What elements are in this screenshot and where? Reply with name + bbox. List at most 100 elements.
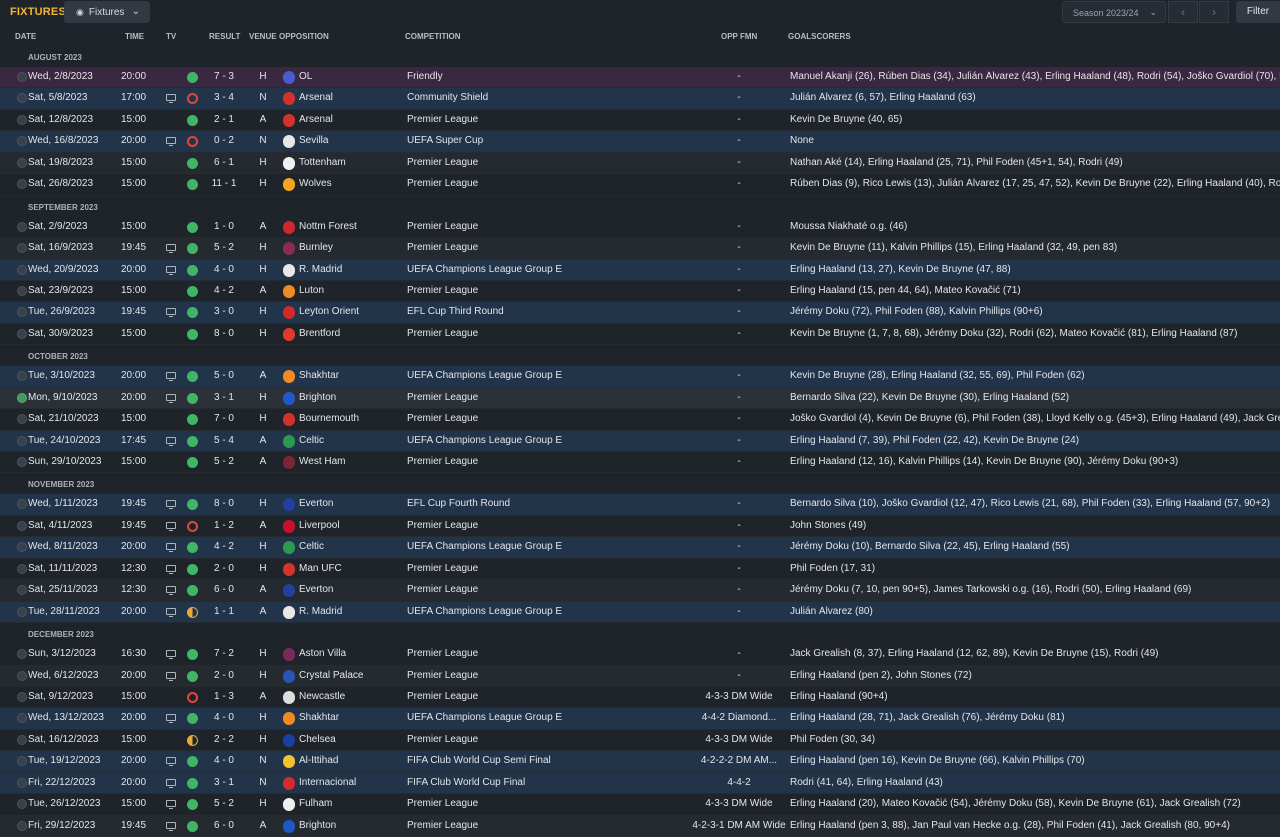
fixture-score[interactable]: 8 - 0 — [206, 328, 242, 339]
fixture-score[interactable]: 6 - 1 — [206, 157, 242, 168]
fixture-score[interactable]: 2 - 0 — [206, 563, 242, 574]
opposition-name[interactable]: Brighton — [299, 820, 336, 831]
competition-name[interactable]: FIFA Club World Cup Semi Final — [407, 755, 551, 766]
fixture-date[interactable]: Tue, 19/12/2023 — [28, 755, 100, 766]
opposition-name[interactable]: Aston Villa — [299, 648, 346, 659]
opposition-name[interactable]: Luton — [299, 285, 324, 296]
fixture-row[interactable]: Wed, 8/11/2023 20:00 4 - 2 H Celtic UEFA Cham… — [0, 537, 1280, 559]
competition-name[interactable]: UEFA Champions League Group E — [407, 606, 562, 617]
fixture-date[interactable]: Sun, 3/12/2023 — [28, 648, 96, 659]
next-season-button[interactable]: › — [1199, 1, 1229, 23]
opposition-name[interactable]: Newcastle — [299, 691, 345, 702]
fixture-score[interactable]: 5 - 2 — [206, 456, 242, 467]
competition-name[interactable]: Premier League — [407, 114, 478, 125]
check-circle-icon[interactable] — [17, 520, 27, 531]
fixture-date[interactable]: Fri, 29/12/2023 — [28, 820, 95, 831]
competition-name[interactable]: UEFA Champions League Group E — [407, 435, 562, 446]
check-circle-icon[interactable] — [17, 713, 27, 724]
fixture-row[interactable]: Sat, 16/12/2023 15:00 2 - 2 H Chelsea Premier… — [0, 730, 1280, 752]
fixture-score[interactable]: 2 - 0 — [206, 670, 242, 681]
column-header-goalscorers[interactable]: GOALSCORERS — [788, 32, 851, 41]
check-circle-icon[interactable] — [17, 328, 27, 339]
column-header-date[interactable]: DATE — [15, 32, 36, 41]
check-circle-icon[interactable] — [17, 777, 27, 788]
fixture-score[interactable]: 5 - 0 — [206, 370, 242, 381]
column-header-venue[interactable]: VENUE — [249, 32, 277, 41]
opposition-name[interactable]: Shakhtar — [299, 370, 339, 381]
competition-name[interactable]: Premier League — [407, 242, 478, 253]
fixture-score[interactable]: 5 - 2 — [206, 242, 242, 253]
competition-name[interactable]: Premier League — [407, 157, 478, 168]
fixture-row[interactable]: Wed, 16/8/2023 20:00 0 - 2 N Sevilla UEFA Sup… — [0, 131, 1280, 153]
opposition-name[interactable]: Everton — [299, 584, 333, 595]
fixture-row[interactable]: Tue, 3/10/2023 20:00 5 - 0 A Shakhtar UEFA Ch… — [0, 366, 1280, 388]
competition-name[interactable]: Premier League — [407, 584, 478, 595]
column-header-competition[interactable]: COMPETITION — [405, 32, 461, 41]
opposition-name[interactable]: Tottenham — [299, 157, 346, 168]
check-circle-icon[interactable] — [17, 499, 27, 510]
check-circle-icon[interactable] — [17, 585, 27, 596]
check-circle-icon[interactable] — [17, 649, 27, 660]
competition-name[interactable]: Premier League — [407, 670, 478, 681]
competition-name[interactable]: EFL Cup Fourth Round — [407, 498, 510, 509]
check-circle-icon[interactable] — [17, 563, 27, 574]
fixture-row[interactable]: Sat, 5/8/2023 17:00 3 - 4 N Arsenal Community… — [0, 88, 1280, 110]
opposition-name[interactable]: West Ham — [299, 456, 346, 467]
fixture-score[interactable]: 7 - 0 — [206, 413, 242, 424]
fixture-date[interactable]: Sat, 21/10/2023 — [28, 413, 99, 424]
opposition-name[interactable]: Arsenal — [299, 92, 333, 103]
opposition-name[interactable]: Crystal Palace — [299, 670, 363, 681]
check-circle-icon[interactable] — [17, 457, 27, 467]
fixture-date[interactable]: Wed, 1/11/2023 — [28, 498, 98, 509]
checked-icon[interactable] — [17, 392, 27, 403]
fixture-date[interactable]: Fri, 22/12/2023 — [28, 777, 95, 788]
check-circle-icon[interactable] — [17, 756, 27, 767]
fixture-row[interactable]: Wed, 1/11/2023 19:45 8 - 0 H Everton EFL Cup … — [0, 494, 1280, 516]
check-circle-icon[interactable] — [17, 136, 27, 147]
competition-name[interactable]: Premier League — [407, 221, 478, 232]
fixture-date[interactable]: Tue, 3/10/2023 — [28, 370, 95, 381]
check-circle-icon[interactable] — [17, 285, 27, 296]
fixture-row[interactable]: Tue, 19/12/2023 20:00 4 - 0 N Al-Ittihad FIFA… — [0, 751, 1280, 773]
competition-name[interactable]: UEFA Champions League Group E — [407, 712, 562, 723]
fixture-date[interactable]: Sat, 5/8/2023 — [28, 92, 88, 103]
fixture-score[interactable]: 4 - 2 — [206, 285, 242, 296]
fixture-score[interactable]: 4 - 0 — [206, 264, 242, 275]
fixture-row[interactable]: Tue, 26/12/2023 15:00 5 - 2 H Fulham Premier … — [0, 794, 1280, 816]
fixture-date[interactable]: Wed, 8/11/2023 — [28, 541, 98, 552]
column-header-opposition[interactable]: OPPOSITION — [279, 32, 329, 41]
check-circle-icon[interactable] — [17, 157, 27, 168]
opposition-name[interactable]: Bournemouth — [299, 413, 359, 424]
fixture-row[interactable]: Wed, 2/8/2023 20:00 7 - 3 H OL Friendly - Manue… — [0, 67, 1280, 89]
check-circle-icon[interactable] — [17, 114, 27, 125]
competition-name[interactable]: Premier League — [407, 178, 478, 189]
check-circle-icon[interactable] — [17, 93, 27, 104]
opposition-name[interactable]: Nottm Forest — [299, 221, 357, 232]
competition-name[interactable]: Premier League — [407, 413, 478, 424]
opposition-name[interactable]: Brighton — [299, 392, 336, 403]
competition-name[interactable]: Premier League — [407, 520, 478, 531]
fixture-row[interactable]: Wed, 13/12/2023 20:00 4 - 0 H Shakhtar UEFA C… — [0, 708, 1280, 730]
competition-name[interactable]: Community Shield — [407, 92, 488, 103]
fixture-score[interactable]: 5 - 4 — [206, 435, 242, 446]
opposition-name[interactable]: Everton — [299, 498, 333, 509]
fixture-score[interactable]: 11 - 1 — [206, 178, 242, 189]
check-circle-icon[interactable] — [17, 72, 27, 82]
fixture-row[interactable]: Sat, 25/11/2023 12:30 6 - 0 A Everton Premier… — [0, 580, 1280, 602]
check-circle-icon[interactable] — [17, 606, 27, 617]
fixture-date[interactable]: Wed, 20/9/2023 — [28, 264, 98, 275]
fixture-score[interactable]: 2 - 2 — [206, 734, 242, 745]
fixture-row[interactable]: Sat, 30/9/2023 15:00 8 - 0 H Brentford Premie… — [0, 324, 1280, 346]
check-circle-icon[interactable] — [17, 221, 27, 232]
opposition-name[interactable]: Fulham — [299, 798, 332, 809]
fixture-row[interactable]: Sat, 16/9/2023 19:45 5 - 2 H Burnley Premier … — [0, 238, 1280, 260]
fixture-row[interactable]: Wed, 20/9/2023 20:00 4 - 0 H R. Madrid UEFA C… — [0, 259, 1280, 281]
opposition-name[interactable]: Wolves — [299, 178, 332, 189]
opposition-name[interactable]: Sevilla — [299, 135, 328, 146]
opposition-name[interactable]: Celtic — [299, 435, 324, 446]
check-circle-icon[interactable] — [17, 264, 27, 275]
fixture-score[interactable]: 4 - 2 — [206, 541, 242, 552]
competition-name[interactable]: Premier League — [407, 328, 478, 339]
competition-name[interactable]: UEFA Super Cup — [407, 135, 483, 146]
competition-name[interactable]: Premier League — [407, 392, 478, 403]
